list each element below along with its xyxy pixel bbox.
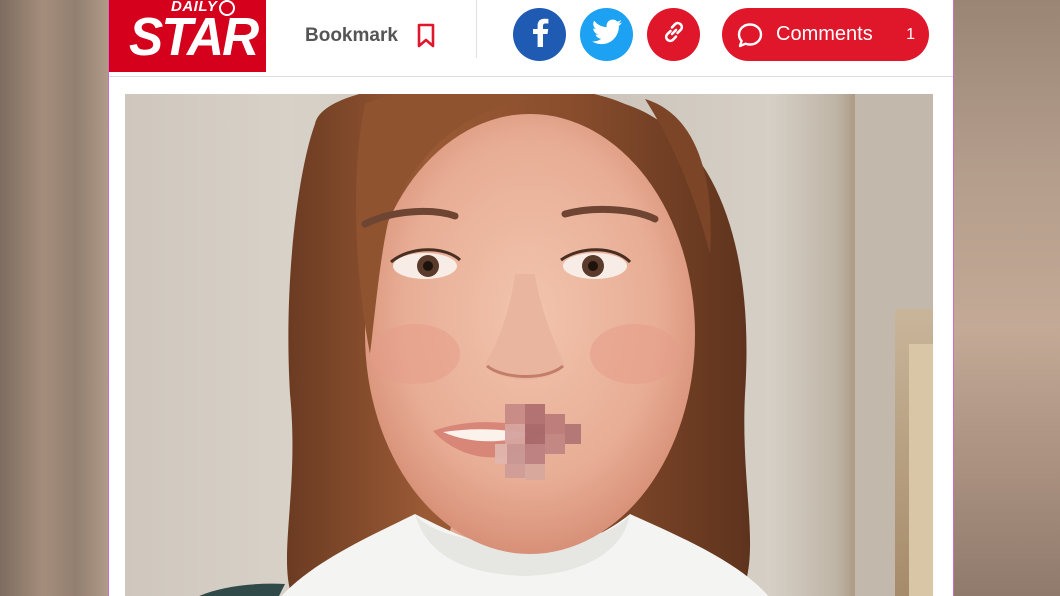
twitter-icon xyxy=(591,19,622,50)
article-header: DAILY STAR Bookmark Comments 1 xyxy=(109,0,953,77)
link-icon xyxy=(660,18,688,51)
facebook-icon xyxy=(529,17,551,52)
share-twitter-button[interactable] xyxy=(580,8,633,61)
comments-button[interactable]: Comments 1 xyxy=(722,8,929,61)
copy-link-button[interactable] xyxy=(647,8,700,61)
logo-star-text: STAR xyxy=(129,7,259,67)
bookmark-label: Bookmark xyxy=(305,25,398,46)
daily-star-logo[interactable]: DAILY STAR xyxy=(109,0,266,72)
bookmark-icon xyxy=(416,23,436,49)
bookmark-button[interactable]: Bookmark xyxy=(305,22,436,50)
article-frame: DAILY STAR Bookmark Comments 1 xyxy=(108,0,954,596)
header-divider xyxy=(476,0,477,58)
speech-bubble-icon xyxy=(736,21,764,49)
blurred-backdrop-right xyxy=(954,0,1060,596)
portrait-photo xyxy=(199,94,933,596)
blurred-backdrop-left xyxy=(0,0,108,596)
comments-label: Comments xyxy=(776,23,873,45)
article-photo xyxy=(125,94,933,596)
share-facebook-button[interactable] xyxy=(513,8,566,61)
comments-count: 1 xyxy=(906,25,915,43)
